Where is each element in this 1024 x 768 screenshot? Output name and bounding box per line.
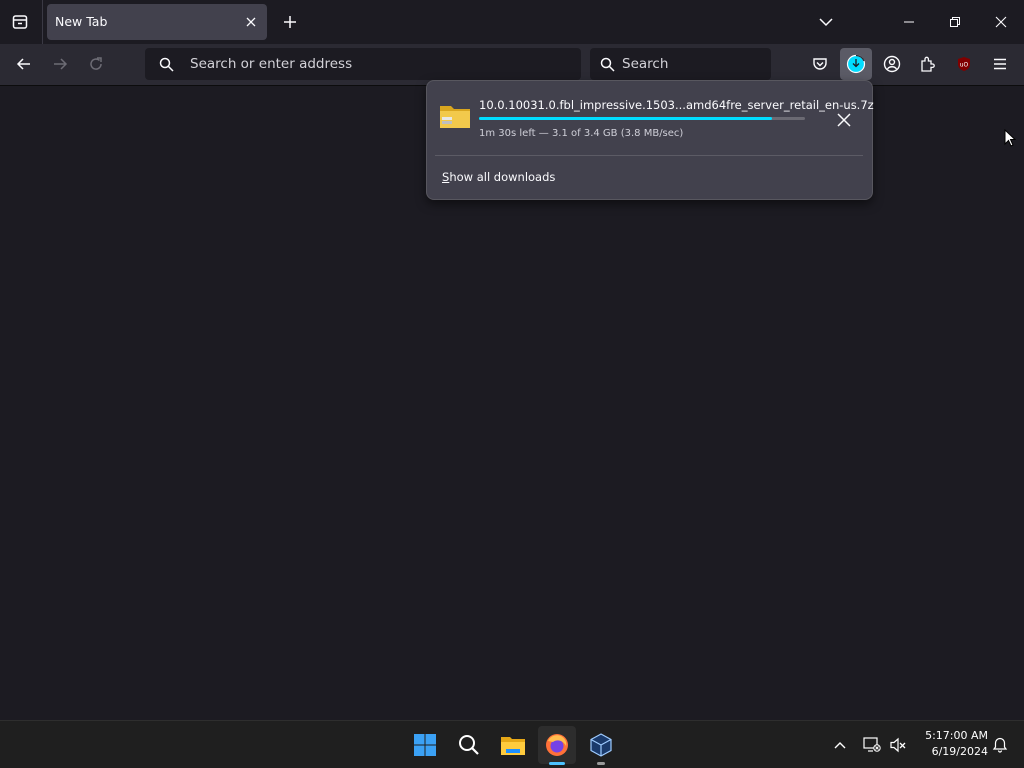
extensions-icon xyxy=(921,56,935,72)
notifications-button[interactable] xyxy=(988,733,1012,757)
close-icon xyxy=(995,16,1007,28)
restore-icon xyxy=(950,17,960,27)
search-bar-placeholder: Search xyxy=(622,56,669,72)
extensions-button[interactable] xyxy=(912,48,944,80)
plus-icon xyxy=(284,16,296,28)
download-progress-fill xyxy=(479,117,773,120)
menu-icon xyxy=(994,58,1006,70)
firefox-taskbar-button[interactable] xyxy=(538,726,576,764)
download-filename: 10.0.10031.0.fbl_impressive.1503...amd64… xyxy=(479,98,874,112)
taskbar: 5:17:00 AM 6/19/2024 xyxy=(0,720,1024,768)
show-all-downloads-button[interactable]: Show all downloads xyxy=(442,170,555,184)
tab-separator xyxy=(42,0,43,44)
arrow-left-icon xyxy=(16,58,30,70)
firefox-view-icon xyxy=(12,15,28,29)
forward-button[interactable] xyxy=(44,48,76,80)
tab-title: New Tab xyxy=(55,14,108,29)
search-bar[interactable]: Search xyxy=(590,48,771,80)
volume-button[interactable] xyxy=(886,733,910,757)
svg-text:uO: uO xyxy=(960,62,969,69)
running-app-indicator xyxy=(597,762,605,765)
account-button[interactable] xyxy=(876,48,908,80)
ublock-origin-icon: uO xyxy=(958,57,970,71)
folder-icon xyxy=(501,737,525,755)
mouse-cursor-icon xyxy=(1004,129,1016,147)
taskbar-clock[interactable]: 5:17:00 AM 6/19/2024 xyxy=(912,728,988,760)
firefox-icon xyxy=(546,734,568,756)
start-button[interactable] xyxy=(406,726,444,764)
new-tab-button[interactable] xyxy=(276,8,304,36)
close-window-button[interactable] xyxy=(980,6,1022,38)
bell-icon xyxy=(992,737,1008,753)
chevron-down-icon xyxy=(819,18,833,27)
network-disconnected-icon xyxy=(863,737,881,752)
back-button[interactable] xyxy=(8,48,40,80)
close-icon xyxy=(837,113,851,127)
active-app-indicator xyxy=(549,762,565,765)
file-explorer-button[interactable] xyxy=(494,726,532,764)
minimize-window-button[interactable] xyxy=(888,6,930,38)
restore-window-button[interactable] xyxy=(934,6,976,38)
downloads-panel: 10.0.10031.0.fbl_impressive.1503...amd64… xyxy=(426,80,874,200)
ublock-origin-button[interactable]: uO xyxy=(948,48,980,80)
virtualbox-icon xyxy=(590,733,612,757)
tab-strip: New Tab xyxy=(0,0,1024,44)
account-icon xyxy=(883,55,901,73)
search-icon xyxy=(459,735,479,755)
arrow-right-icon xyxy=(54,58,68,70)
save-to-pocket-button[interactable] xyxy=(804,48,836,80)
cancel-download-button[interactable] xyxy=(829,105,859,135)
minimize-icon xyxy=(904,21,914,23)
close-icon xyxy=(246,17,256,27)
download-progress-bar xyxy=(479,117,805,120)
virtualbox-taskbar-button[interactable] xyxy=(582,726,620,764)
clock-time: 5:17:00 AM xyxy=(925,729,988,742)
network-status-button[interactable] xyxy=(860,733,884,757)
windows-start-icon xyxy=(414,734,436,756)
downloads-button[interactable] xyxy=(840,48,872,80)
zip-archive-icon xyxy=(440,106,470,128)
address-bar-placeholder: Search or enter address xyxy=(190,56,353,72)
app-menu-button[interactable] xyxy=(984,48,1016,80)
tab-new-tab[interactable]: New Tab xyxy=(47,4,267,40)
panel-divider xyxy=(435,155,863,156)
pocket-icon xyxy=(813,58,827,70)
chevron-up-icon xyxy=(834,742,846,749)
reload-button[interactable] xyxy=(80,48,112,80)
download-status: 1m 30s left — 3.1 of 3.4 GB (3.8 MB/sec) xyxy=(479,128,684,139)
downloads-icon xyxy=(846,54,866,74)
volume-muted-icon xyxy=(890,737,906,753)
show-hidden-icons-button[interactable] xyxy=(828,733,852,757)
search-icon xyxy=(600,57,615,72)
tab-close-button[interactable] xyxy=(241,12,261,32)
search-icon xyxy=(159,57,174,72)
reload-icon xyxy=(90,57,102,70)
taskbar-search-button[interactable] xyxy=(450,726,488,764)
list-all-tabs-button[interactable] xyxy=(812,8,840,36)
firefox-view-button[interactable] xyxy=(6,8,34,36)
address-bar[interactable]: Search or enter address xyxy=(145,48,581,80)
clock-date: 6/19/2024 xyxy=(931,745,988,758)
